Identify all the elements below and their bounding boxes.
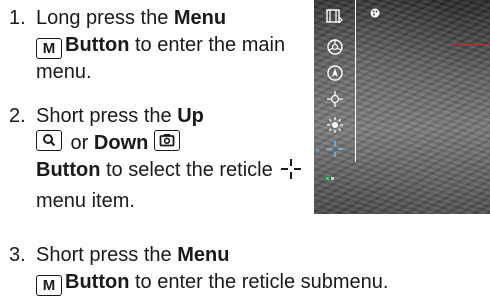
step-2-text-b: to select the reticle (100, 159, 279, 181)
reticle-line (452, 44, 490, 45)
main-menu: › (314, 0, 358, 214)
step-number: 3. (9, 244, 26, 266)
device-screen-image: › (314, 0, 490, 214)
reticle-icon (326, 140, 346, 158)
step-3-text-a: Short press the (36, 244, 178, 266)
calibration-icon (326, 64, 346, 82)
selection-arrow-icon: › (316, 145, 320, 157)
button-label: Button (36, 159, 101, 181)
menu-label: Menu (177, 244, 230, 266)
brightness-icon (326, 116, 346, 134)
or-text: or (65, 132, 94, 154)
reticle-icon (280, 158, 302, 188)
menu-label: Menu (173, 7, 227, 29)
down-label: Down (93, 132, 149, 154)
step-3: 3. Short press the Menu M Button to enter… (9, 242, 489, 296)
step-1: 1. Long press the Menu M Button to enter … (9, 5, 309, 86)
display-mode-icon (326, 8, 346, 26)
step-text: Short press the Menu M Button to enter th… (36, 242, 489, 296)
step-number: 1. (9, 7, 26, 29)
step-number: 2. (9, 105, 26, 127)
button-label: Button (65, 271, 130, 293)
step-1-text-a: Long press the (36, 7, 174, 29)
step-2-text-c: menu item. (36, 190, 135, 212)
wifi-icon (326, 176, 346, 194)
step-text: Long press the Menu M Button to enter the… (36, 5, 309, 86)
zoom-icon (326, 90, 346, 108)
menu-key-icon: M (36, 275, 62, 296)
button-label: Button (65, 34, 130, 56)
palette-status-icon (370, 5, 380, 23)
step-2: 2. Short press the Up or Down Button to … (9, 103, 309, 215)
menu-separator (355, 0, 356, 162)
up-key-icon (36, 130, 62, 151)
up-label: Up (177, 105, 204, 127)
step-3-text-b: to enter the reticle submenu. (129, 271, 389, 293)
color-palette-icon (326, 38, 346, 56)
step-2-text-a: Short press the (36, 105, 178, 127)
step-text: Short press the Up or Down Button to sel… (36, 103, 309, 215)
menu-key-icon: M (36, 38, 62, 59)
down-key-icon (153, 130, 180, 151)
